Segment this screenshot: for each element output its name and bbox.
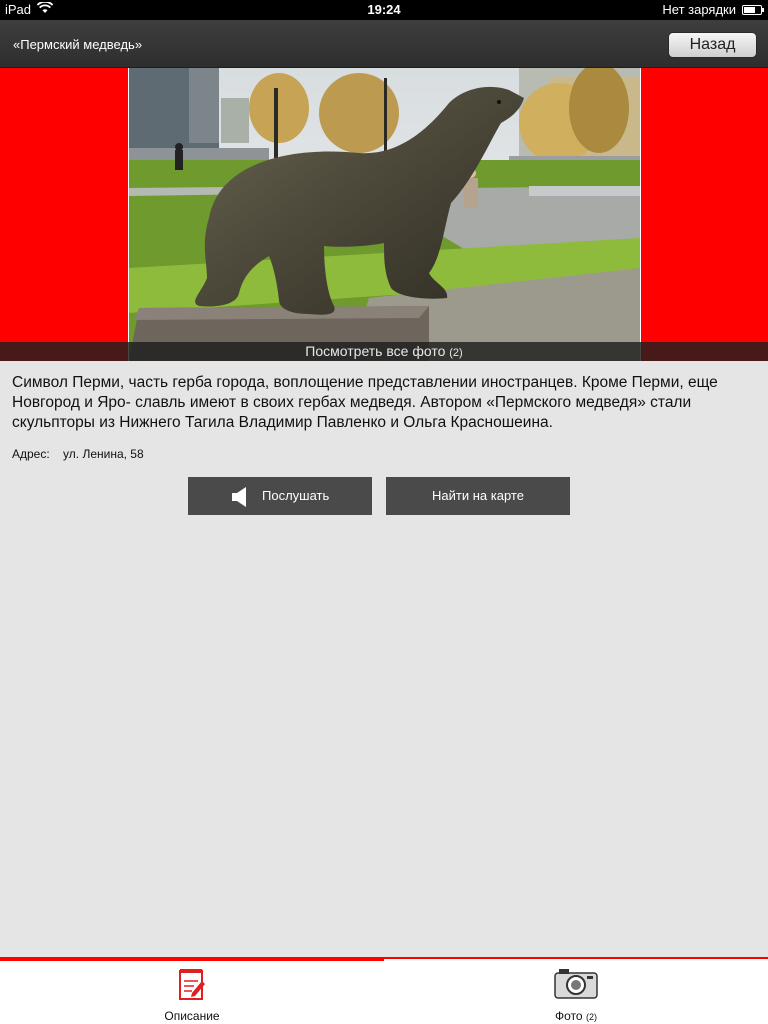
camera-icon [554, 967, 598, 1004]
find-on-map-button[interactable]: Найти на карте [386, 477, 570, 515]
page-title: «Пермский медведь» [13, 37, 143, 52]
status-right: Нет зарядки [662, 2, 764, 17]
address: Адрес: ул. Ленина, 58 [12, 447, 144, 461]
view-all-photos-label: Посмотреть все фото [305, 343, 446, 359]
tab-photos[interactable]: Фото (2) [384, 959, 768, 1024]
tab-photos-label: Фото (2) [384, 1009, 768, 1023]
view-all-photos-bar[interactable]: Посмотреть все фото (2) [0, 342, 768, 361]
charging-status: Нет зарядки [662, 2, 736, 17]
address-value: ул. Ленина, 58 [63, 447, 144, 461]
navigation-bar: «Пермский медведь» Назад [0, 20, 768, 68]
tab-description-label: Описание [164, 1009, 220, 1023]
tab-description[interactable]: Описание [0, 957, 384, 1024]
listen-button-label: Послушать [262, 488, 330, 503]
photo-count: (2) [449, 347, 463, 359]
tab-bar: Описание Фото (2) [0, 957, 768, 1024]
notepad-icon [178, 967, 206, 1006]
listen-button[interactable]: Послушать [188, 477, 372, 515]
battery-icon [742, 4, 764, 15]
back-button[interactable]: Назад [668, 32, 757, 58]
address-label: Адрес: [12, 447, 50, 461]
hero-banner: Посмотреть все фото (2) [0, 68, 768, 361]
status-bar: iPad 19:24 Нет зарядки [0, 0, 768, 20]
speaker-icon [232, 485, 248, 523]
description-text: Символ Перми, часть герба города, воплощ… [12, 374, 718, 431]
tab-photos-count: (2) [585, 1012, 597, 1022]
bear-statue-photo[interactable] [128, 68, 641, 361]
clock: 19:24 [367, 2, 401, 17]
tab-photos-text: Фото [555, 1009, 583, 1023]
